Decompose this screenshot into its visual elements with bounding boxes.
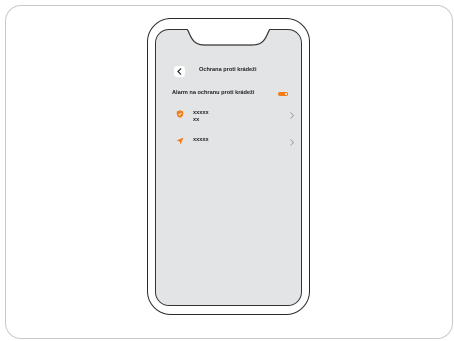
- location-arrow-icon: [176, 137, 184, 145]
- list-item-line-1: xxxxx: [193, 110, 209, 116]
- back-button[interactable]: [174, 66, 185, 77]
- list-item-location[interactable]: xxxxx: [176, 137, 294, 147]
- list-item-shield[interactable]: xxxxx xx: [176, 110, 294, 128]
- list-item-text: xxxxx xx: [193, 110, 209, 124]
- phone-notch: [182, 28, 275, 46]
- chevron-left-icon: [177, 68, 182, 75]
- list-item-line-2: xx: [193, 117, 200, 123]
- alarm-setting-row: Alarm na ochranu proti krádeži: [166, 89, 296, 99]
- chevron-right-icon: [290, 139, 294, 146]
- page-title: Ochrana proti krádeži: [199, 67, 257, 73]
- chevron-right-icon: [290, 112, 294, 119]
- alarm-label: Alarm na ochranu proti krádeži: [172, 90, 255, 96]
- screen-header: Ochrana proti krádeži: [174, 66, 294, 78]
- shield-icon: [176, 110, 184, 118]
- toggle-knob: [284, 91, 288, 96]
- list-item-line-1: xxxxx: [193, 137, 209, 143]
- alarm-toggle[interactable]: [278, 91, 288, 96]
- list-item-text: xxxxx: [193, 137, 209, 144]
